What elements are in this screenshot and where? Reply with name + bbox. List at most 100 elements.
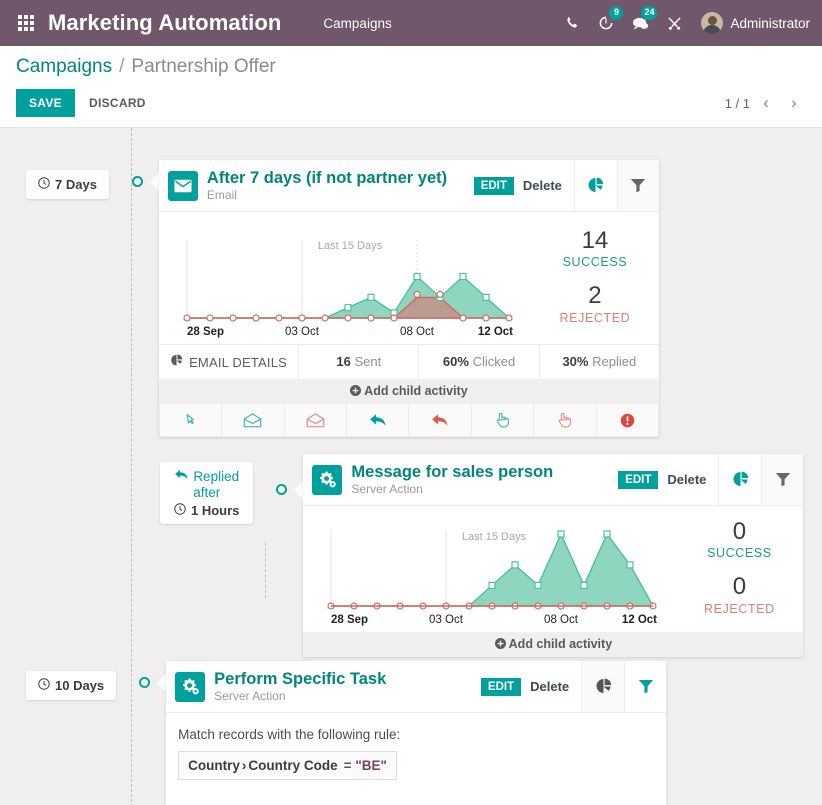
pie-chart-icon: [170, 354, 183, 370]
rejected-label-1: REJECTED: [560, 311, 631, 325]
delete-button-2[interactable]: Delete: [667, 472, 706, 487]
rejected-label-2: REJECTED: [704, 602, 775, 616]
mail-opened-icon[interactable]: [221, 404, 283, 436]
detail-cell-sent: 16 Sent: [298, 345, 418, 379]
svg-text:03 Oct: 03 Oct: [429, 614, 464, 626]
clock-icon: [38, 177, 50, 192]
phone-icon[interactable]: [555, 6, 589, 40]
detail-label-replied: Replied: [592, 354, 636, 369]
replied-icon[interactable]: [346, 404, 408, 436]
trigger-label2-line1: Replied: [193, 469, 239, 484]
add-child-activity-2[interactable]: Add child activity: [303, 632, 803, 657]
clock-icon: [38, 678, 50, 693]
email-details-strip: EMAIL DETAILS 16 Sent 60% Clicked 30% Re…: [159, 344, 659, 379]
svg-text:12 Oct: 12 Oct: [478, 326, 513, 338]
edit-button-3[interactable]: EDIT: [481, 678, 521, 696]
card-header-2: Message for sales person Server Action E…: [303, 454, 803, 506]
detail-cell-replied: 30% Replied: [539, 345, 659, 379]
messages-icon[interactable]: 24: [623, 6, 657, 40]
card-tabs-2: [718, 454, 803, 505]
node-dot-3[interactable]: [139, 677, 150, 688]
rule-chevron-icon: ›: [242, 758, 247, 773]
svg-text:Last 15 Days: Last 15 Days: [318, 240, 383, 252]
activity-row-3: 10 Days Perform Specific Task Server Act…: [26, 661, 666, 805]
trigger-badge-3[interactable]: 10 Days: [26, 671, 116, 700]
email-details-title-cell[interactable]: EMAIL DETAILS: [159, 345, 298, 379]
add-child-activity-1[interactable]: Add child activity: [159, 379, 659, 404]
chart-svg-1: Last 15 Days: [165, 222, 523, 340]
edit-button-1[interactable]: EDIT: [474, 177, 514, 195]
plus-circle-icon: [495, 638, 506, 652]
activity-row-1: 7 Days After 7 days (if not partner yet)…: [26, 160, 659, 437]
record-pager: 1 / 1 ‹ ›: [725, 91, 806, 115]
tools-icon[interactable]: [657, 6, 691, 40]
rejected-count-1: 2: [588, 283, 601, 309]
pager-count: 1 / 1: [725, 96, 750, 111]
detail-value-replied: 30%: [562, 354, 588, 369]
navbar-right-group: 9 24 Administrator: [555, 6, 810, 40]
trigger-badge-1[interactable]: 7 Days: [26, 170, 109, 199]
breadcrumb-current: Partnership Offer: [131, 56, 275, 78]
node-dot-1[interactable]: [132, 176, 143, 187]
svg-text:Last 15 Days: Last 15 Days: [462, 531, 527, 543]
top-navbar: Marketing Automation Campaigns 9 24 Admi…: [0, 0, 822, 46]
edit-button-2[interactable]: EDIT: [618, 471, 658, 489]
node-dot-2[interactable]: [276, 484, 287, 495]
trigger-badge-2[interactable]: Replied after 1 Hours: [160, 462, 253, 524]
user-menu[interactable]: Administrator: [701, 12, 810, 34]
rule-subfield-3: Country Code: [248, 758, 337, 773]
control-panel-buttons: SAVE DISCARD 1 / 1 ‹ ›: [16, 89, 806, 127]
detail-cell-clicked: 60% Clicked: [418, 345, 538, 379]
clock-icon: [174, 503, 186, 518]
discard-button[interactable]: DISCARD: [89, 96, 146, 110]
filter-tab-1[interactable]: [617, 160, 659, 211]
pie-chart-tab-2[interactable]: [719, 454, 761, 505]
not-replied-icon[interactable]: [408, 404, 470, 436]
activity-stats-1: 14 SUCCESS 2 REJECTED: [531, 212, 659, 344]
activity-title-1: After 7 days (if not partner yet): [207, 169, 447, 187]
card-tabs-3: [581, 661, 666, 712]
svg-text:08 Oct: 08 Oct: [400, 326, 435, 338]
pie-chart-tab-1[interactable]: [575, 160, 617, 211]
activity-chart-2: Last 15 Days: [303, 506, 675, 632]
card-pointer-2: [294, 481, 303, 499]
chevron-left-icon[interactable]: ‹: [754, 91, 778, 115]
workflow-canvas: 7 Days After 7 days (if not partner yet)…: [0, 128, 822, 805]
delete-button-1[interactable]: Delete: [523, 178, 562, 193]
breadcrumb-separator: /: [119, 56, 124, 78]
mail-open-hover-icon[interactable]: [160, 404, 221, 436]
clicked-icon[interactable]: [471, 404, 533, 436]
add-child-label-2: Add child activity: [509, 637, 613, 651]
breadcrumb-campaigns-link[interactable]: Campaigns: [16, 56, 112, 78]
apps-grid-icon[interactable]: [18, 15, 34, 31]
activity-card-3: Perform Specific Task Server Action EDIT…: [166, 661, 666, 805]
control-panel: Campaigns / Partnership Offer SAVE DISCA…: [0, 46, 822, 128]
bounced-icon[interactable]: [596, 404, 658, 436]
mail-not-opened-icon[interactable]: [284, 404, 346, 436]
envelope-icon: [168, 171, 198, 201]
nav-menu-campaigns[interactable]: Campaigns: [323, 16, 391, 31]
filter-tab-3[interactable]: [624, 661, 666, 712]
trigger-condition-2: Replied: [174, 468, 239, 484]
activity-timer-icon[interactable]: 9: [589, 6, 623, 40]
pie-chart-tab-3[interactable]: [582, 661, 624, 712]
activity-subtitle-2: Server Action: [351, 482, 553, 496]
card-graph-wrap-1: Last 15 Days: [159, 212, 659, 344]
save-button[interactable]: SAVE: [16, 89, 75, 117]
not-clicked-icon[interactable]: [533, 404, 595, 436]
trigger-label-1: 7 Days: [55, 177, 97, 192]
rule-body-3: Match records with the following rule: C…: [166, 713, 666, 796]
domain-rule-3[interactable]: Country›Country Code= "BE": [178, 751, 397, 780]
delete-button-3[interactable]: Delete: [530, 679, 569, 694]
activity-title-3: Perform Specific Task: [214, 670, 386, 688]
child-activity-icon-bar: [159, 404, 659, 437]
svg-text:28 Sep: 28 Sep: [331, 614, 368, 626]
chart-svg-2: Last 15 Days: [309, 516, 667, 628]
chevron-right-icon[interactable]: ›: [782, 91, 806, 115]
activity-badge-count: 9: [609, 6, 623, 20]
filter-tab-2[interactable]: [761, 454, 803, 505]
success-label-1: SUCCESS: [563, 255, 628, 269]
rejected-count-2: 0: [733, 574, 746, 600]
rule-label-3: Match records with the following rule:: [178, 727, 654, 742]
activity-title-2: Message for sales person: [351, 463, 553, 481]
